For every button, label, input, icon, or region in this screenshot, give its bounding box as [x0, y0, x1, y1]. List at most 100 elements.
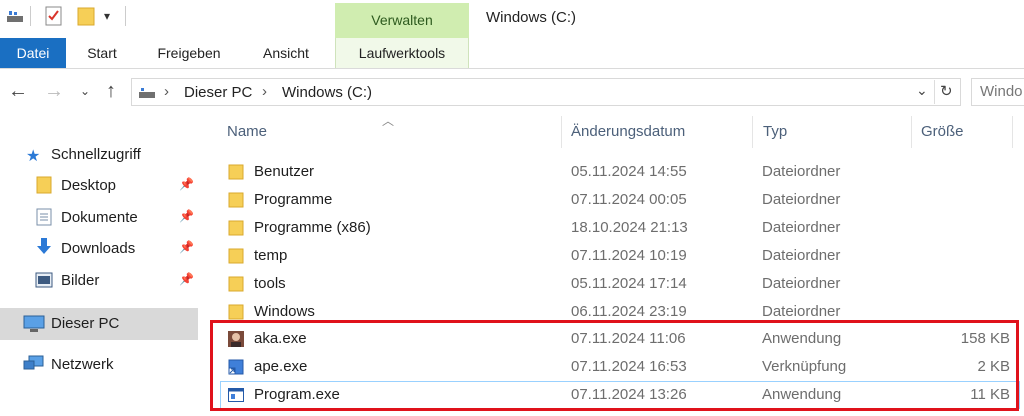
new-folder-icon[interactable] [77, 6, 95, 31]
file-name: Programme [254, 191, 333, 208]
file-name: aka.exe [254, 330, 307, 347]
application-window-icon [228, 388, 244, 402]
nav-label: Dokumente [61, 209, 138, 226]
computer-icon [23, 315, 45, 337]
column-header-date[interactable]: Änderungsdatum [571, 123, 685, 140]
file-type: Dateiordner [762, 219, 841, 236]
file-date: 07.11.2024 11:06 [571, 330, 686, 347]
file-row[interactable]: temp 07.11.2024 10:19 Dateiordner [220, 242, 1020, 270]
toolbar-divider [125, 6, 126, 26]
file-type: Verknüpfung [762, 358, 847, 375]
column-divider[interactable] [911, 116, 912, 148]
file-date: 07.11.2024 00:05 [571, 191, 687, 208]
nav-label: Desktop [61, 177, 117, 194]
star-icon: ★ [26, 148, 41, 165]
column-header-size[interactable]: Größe [921, 123, 964, 140]
address-dropdown-icon[interactable]: ⌄ [916, 82, 928, 99]
tab-start[interactable]: Start [72, 38, 132, 68]
customize-toolbar-icon[interactable]: ▾ [104, 9, 110, 23]
address-divider [934, 80, 935, 104]
forward-arrow-icon[interactable]: → [44, 80, 64, 103]
search-input[interactable]: Windo [971, 78, 1024, 106]
file-type: Anwendung [762, 386, 842, 403]
nav-item-pictures[interactable]: Bilder 📌 [0, 266, 198, 296]
file-date: 07.11.2024 16:53 [571, 358, 687, 375]
file-row[interactable]: aka.exe 07.11.2024 11:06 Anwendung 158 K… [220, 325, 1020, 353]
file-date: 07.11.2024 10:19 [571, 247, 687, 264]
file-row[interactable]: Benutzer 05.11.2024 14:55 Dateiordner [220, 158, 1020, 186]
chevron-right-icon[interactable]: › [262, 83, 267, 100]
folder-icon [36, 176, 52, 198]
title-bar: ▾ Verwalten Windows (C:) [0, 0, 1024, 38]
file-type: Dateiordner [762, 303, 841, 320]
folder-icon [228, 304, 244, 320]
drive-icon [138, 86, 156, 104]
file-type: Dateiordner [762, 247, 841, 264]
folder-icon [228, 248, 244, 264]
folder-icon [228, 276, 244, 292]
back-arrow-icon[interactable]: ← [8, 80, 28, 103]
properties-icon[interactable] [45, 6, 63, 31]
pin-icon[interactable]: 📌 [179, 272, 194, 286]
nav-label: Netzwerk [51, 356, 114, 373]
breadcrumb-this-pc[interactable]: Dieser PC [184, 84, 252, 101]
column-divider[interactable] [561, 116, 562, 148]
column-header-type[interactable]: Typ [763, 123, 787, 140]
chevron-right-icon[interactable]: › [164, 83, 169, 100]
file-size: 158 KB [960, 330, 1010, 347]
folder-icon [228, 164, 244, 180]
file-name: temp [254, 247, 288, 264]
file-name: Program.exe [254, 386, 340, 403]
file-type: Dateiordner [762, 275, 841, 292]
nav-this-pc[interactable]: Dieser PC [0, 308, 198, 340]
context-group-manage: Verwalten [335, 3, 469, 38]
file-type: Dateiordner [762, 191, 841, 208]
nav-item-documents[interactable]: Dokumente 📌 [0, 203, 198, 233]
pin-icon[interactable]: 📌 [179, 177, 194, 191]
shortcut-icon [228, 359, 244, 375]
file-name: tools [254, 275, 286, 292]
file-row[interactable]: tools 05.11.2024 17:14 Dateiordner [220, 270, 1020, 298]
file-row[interactable]: ape.exe 07.11.2024 16:53 Verknüpfung 2 K… [220, 353, 1020, 381]
tab-file[interactable]: Datei [0, 38, 66, 68]
file-size: 11 KB [970, 386, 1010, 403]
file-date: 07.11.2024 13:26 [571, 386, 687, 403]
navigation-bar: ← → ⌄ ↑ › Dieser PC › Windows (C:) ⌄ ↻ W… [0, 74, 1024, 110]
file-size: 2 KB [977, 358, 1010, 375]
file-name: Programme (x86) [254, 219, 371, 236]
refresh-icon[interactable]: ↻ [940, 82, 953, 100]
pin-icon[interactable]: 📌 [179, 240, 194, 254]
tab-drive-tools[interactable]: Laufwerktools [335, 38, 469, 68]
folder-icon [228, 220, 244, 236]
download-arrow-icon [34, 237, 54, 261]
network-icon [23, 355, 45, 377]
nav-item-downloads[interactable]: Downloads 📌 [0, 234, 198, 264]
nav-label: Schnellzugriff [51, 146, 141, 163]
column-divider[interactable] [1012, 116, 1013, 148]
recent-locations-chevron-icon[interactable]: ⌄ [80, 84, 90, 98]
pin-icon[interactable]: 📌 [179, 209, 194, 223]
up-arrow-icon[interactable]: ↑ [106, 80, 116, 103]
column-header-name[interactable]: Name [227, 123, 267, 140]
column-divider[interactable] [752, 116, 753, 148]
file-row[interactable]: Programme 07.11.2024 00:05 Dateiordner [220, 186, 1020, 214]
drive-icon[interactable] [6, 10, 24, 29]
file-list: ︿ Name Änderungsdatum Typ Größe Benutzer… [210, 110, 1024, 416]
file-date: 05.11.2024 14:55 [571, 163, 687, 180]
file-date: 18.10.2024 21:13 [571, 219, 688, 236]
nav-network[interactable]: Netzwerk [0, 350, 198, 380]
tab-view[interactable]: Ansicht [250, 38, 322, 68]
nav-item-desktop[interactable]: Desktop 📌 [0, 171, 198, 201]
breadcrumb-windows-c[interactable]: Windows (C:) [282, 84, 372, 101]
address-bar[interactable]: › Dieser PC › Windows (C:) ⌄ ↻ [131, 78, 961, 106]
file-name: ape.exe [254, 358, 308, 375]
file-row[interactable]: Windows 06.11.2024 23:19 Dateiordner [220, 298, 1020, 326]
folder-icon [228, 192, 244, 208]
nav-label: Dieser PC [51, 315, 120, 332]
tab-share[interactable]: Freigeben [144, 38, 234, 68]
nav-quick-access[interactable]: ★ Schnellzugriff [0, 140, 198, 170]
file-row[interactable]: Programme (x86) 18.10.2024 21:13 Dateior… [220, 214, 1020, 242]
file-row[interactable]: Program.exe 07.11.2024 13:26 Anwendung 1… [220, 381, 1020, 409]
file-date: 06.11.2024 23:19 [571, 303, 687, 320]
file-type: Anwendung [762, 330, 842, 347]
